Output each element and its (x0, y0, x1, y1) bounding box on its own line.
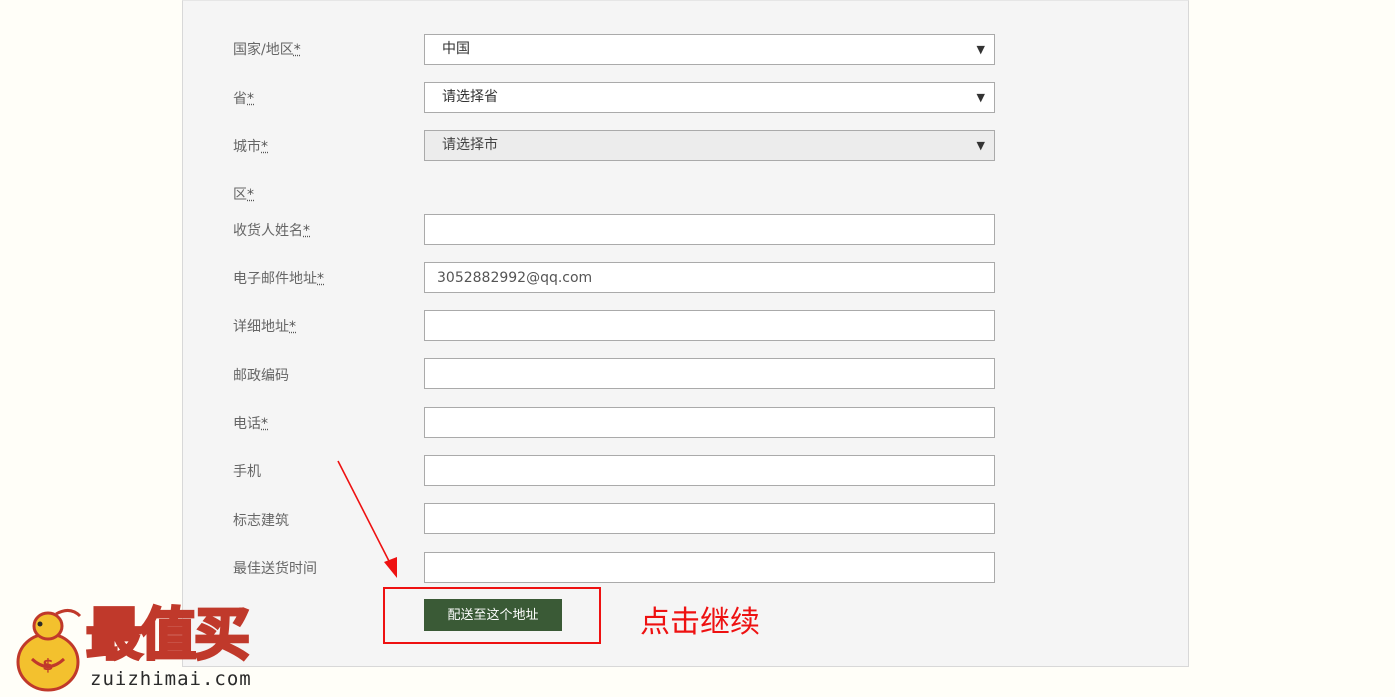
watermark-logo: $ 最值买 zuizhimai.com (4, 602, 304, 694)
svg-text:$: $ (42, 655, 53, 674)
annotation-text: 点击继续 (640, 605, 760, 640)
page: 国家/地区* 中国 ▼ 省* 请选择省 ▼ 城市* 请选择市 ▼ 区* 收货人姓名* … (0, 0, 1395, 697)
annotation-highlight-box (383, 587, 601, 644)
annotation-arrow (337, 460, 397, 578)
gourd-mascot-icon: $ (16, 609, 82, 692)
watermark-title: 最值买 (85, 602, 252, 669)
watermark-url: zuizhimai.com (90, 668, 252, 690)
